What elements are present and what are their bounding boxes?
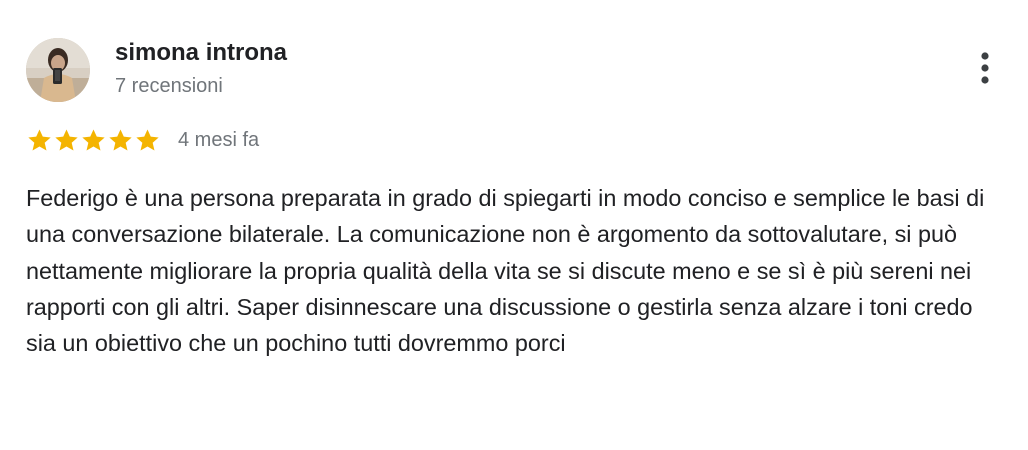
review-text: Federigo è una persona preparata in grad… [26,185,985,357]
more-vertical-icon [981,52,989,84]
star-icon [53,127,80,154]
avatar[interactable] [26,38,90,102]
user-photo-avatar-icon [26,38,90,102]
review-card: simona introna 7 recensioni 4 mesi fa Fe… [0,0,1028,450]
star-icon [107,127,134,154]
star-rating [26,127,161,154]
reviewer-name[interactable]: simona introna [115,38,287,68]
review-date: 4 mesi fa [178,129,260,151]
more-options-button[interactable] [968,48,1002,88]
star-icon [134,127,161,154]
star-icon [80,127,107,154]
reviewer-review-count: 7 recensioni [115,75,223,97]
star-icon [26,127,53,154]
rating-row: 4 mesi fa [26,125,259,155]
